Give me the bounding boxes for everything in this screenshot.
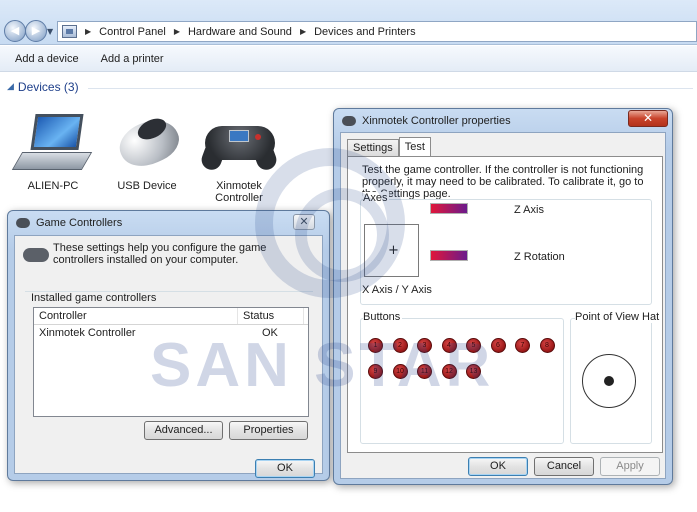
- column-header-controller[interactable]: Controller: [34, 308, 238, 324]
- forward-button[interactable]: ▶: [25, 20, 47, 42]
- mouse-icon: [109, 111, 186, 175]
- tab-settings[interactable]: Settings: [347, 139, 399, 156]
- breadcrumb[interactable]: ▶ Control Panel ▶ Hardware and Sound ▶ D…: [57, 21, 697, 42]
- tab-strip: Settings Test: [347, 137, 431, 156]
- list-header: Controller Status: [34, 308, 308, 325]
- add-printer-button[interactable]: Add a printer: [101, 53, 164, 65]
- joystick-button-indicator: 10: [392, 364, 408, 379]
- back-button[interactable]: ◀: [4, 20, 26, 42]
- crosshair-icon: +: [388, 243, 399, 258]
- history-dropdown-icon[interactable]: ▼: [47, 27, 53, 36]
- installed-controllers-label: Installed game controllers: [31, 292, 157, 304]
- controller-status: OK: [262, 327, 278, 339]
- z-rotation-bar: [430, 250, 468, 261]
- joystick-button-indicator: 1: [368, 338, 383, 353]
- dialog-body: Settings Test Test the game controller. …: [340, 132, 666, 479]
- breadcrumb-devices-and-printers[interactable]: Devices and Printers: [314, 26, 416, 38]
- pov-label: Point of View Hat: [575, 311, 662, 323]
- joystick-button-indicator: 4: [441, 338, 457, 353]
- chevron-right-icon[interactable]: ▶: [85, 27, 91, 36]
- back-arrow-icon: ◀: [10, 24, 20, 37]
- joystick-button-indicator: 7: [515, 338, 530, 353]
- tab-test[interactable]: Test: [398, 137, 431, 156]
- section-divider: [88, 88, 693, 89]
- gamepad-icon: [16, 218, 30, 228]
- breadcrumb-hardware-and-sound[interactable]: Hardware and Sound: [188, 26, 292, 38]
- device-label-line1: Xinmotek: [216, 180, 262, 192]
- z-rotation-label: Z Rotation: [514, 251, 565, 263]
- z-axis-label: Z Axis: [514, 204, 544, 216]
- advanced-button[interactable]: Advanced...: [144, 421, 223, 440]
- xy-axis-display: +: [364, 224, 419, 277]
- devices-section-title: Devices (3): [17, 80, 79, 94]
- close-button[interactable]: ✕: [293, 214, 315, 230]
- intro-text: These settings help you configure the ga…: [53, 242, 267, 266]
- laptop-icon: [11, 112, 93, 174]
- buttons-label: Buttons: [363, 311, 403, 323]
- breadcrumb-control-panel[interactable]: Control Panel: [99, 26, 166, 38]
- chevron-right-icon[interactable]: ▶: [174, 27, 180, 36]
- joystick-button-indicator: 13: [466, 364, 481, 379]
- device-alien-pc[interactable]: ALIEN-PC: [8, 112, 98, 192]
- column-header-status[interactable]: Status: [238, 308, 304, 324]
- device-label: ALIEN-PC: [27, 180, 79, 192]
- joystick-button-indicator: 12: [441, 364, 457, 379]
- z-axis-bar: [430, 203, 468, 214]
- game-controllers-dialog: Game Controllers ✕ These settings help y…: [7, 210, 330, 481]
- gamepad-icon: [23, 244, 49, 264]
- joystick-button-indicator: 3: [417, 338, 432, 353]
- joystick-button-indicator: 2: [392, 338, 408, 353]
- joystick-button-indicator: 11: [417, 364, 432, 379]
- device-xinmotek-controller[interactable]: Xinmotek Controller: [194, 112, 284, 204]
- pov-hat-display: [582, 354, 636, 408]
- ok-button[interactable]: OK: [255, 459, 315, 478]
- gamepad-icon: [342, 116, 356, 126]
- xy-axis-label: X Axis / Y Axis: [362, 284, 432, 296]
- forward-arrow-icon: ▶: [31, 24, 41, 37]
- device-label: USB Device: [117, 180, 177, 192]
- buttons-group: [360, 318, 564, 444]
- controllers-list[interactable]: Controller Status Xinmotek Controller OK: [33, 307, 309, 417]
- controller-name: Xinmotek Controller: [39, 327, 136, 339]
- dialog-title: Xinmotek Controller properties: [362, 115, 511, 127]
- chevron-right-icon[interactable]: ▶: [300, 27, 306, 36]
- dialog-title: Game Controllers: [36, 217, 123, 229]
- apply-button[interactable]: Apply: [600, 457, 660, 476]
- controller-properties-dialog: Xinmotek Controller properties ✕ Setting…: [333, 108, 673, 485]
- pov-center-dot: [604, 376, 614, 386]
- joystick-button-indicator: 8: [539, 338, 555, 353]
- instructions-text: Test the game controller. If the control…: [362, 164, 644, 200]
- control-panel-icon: [62, 25, 77, 38]
- list-item[interactable]: Xinmotek Controller OK: [34, 325, 308, 342]
- axes-label: Axes: [363, 192, 390, 204]
- joystick-button-indicator: 6: [490, 338, 506, 353]
- add-device-button[interactable]: Add a device: [15, 53, 79, 65]
- intro-text-block: These settings help you configure the ga…: [23, 242, 313, 266]
- cancel-button[interactable]: Cancel: [534, 457, 594, 476]
- devices-section-header[interactable]: ◢ Devices (3): [7, 80, 79, 94]
- dialog-titlebar[interactable]: Game Controllers: [16, 217, 122, 229]
- collapse-triangle-icon[interactable]: ◢: [7, 82, 14, 92]
- test-tab-panel: Test the game controller. If the control…: [347, 156, 663, 453]
- joystick-button-indicator: 5: [466, 338, 481, 353]
- ok-button[interactable]: OK: [468, 457, 528, 476]
- device-label-line2: Controller: [215, 192, 263, 204]
- joystick-button-indicator: 9: [368, 364, 383, 379]
- command-bar: Add a device Add a printer: [0, 46, 697, 72]
- dialog-body: These settings help you configure the ga…: [14, 235, 323, 478]
- dialog-titlebar[interactable]: Xinmotek Controller properties: [342, 115, 511, 127]
- address-bar-area: ◀ ▶ ▼ ▶ Control Panel ▶ Hardware and Sou…: [0, 0, 697, 45]
- properties-button[interactable]: Properties: [229, 421, 308, 440]
- gamepad-icon: [198, 112, 280, 174]
- device-usb-device[interactable]: USB Device: [102, 111, 192, 192]
- close-button[interactable]: ✕: [628, 110, 668, 127]
